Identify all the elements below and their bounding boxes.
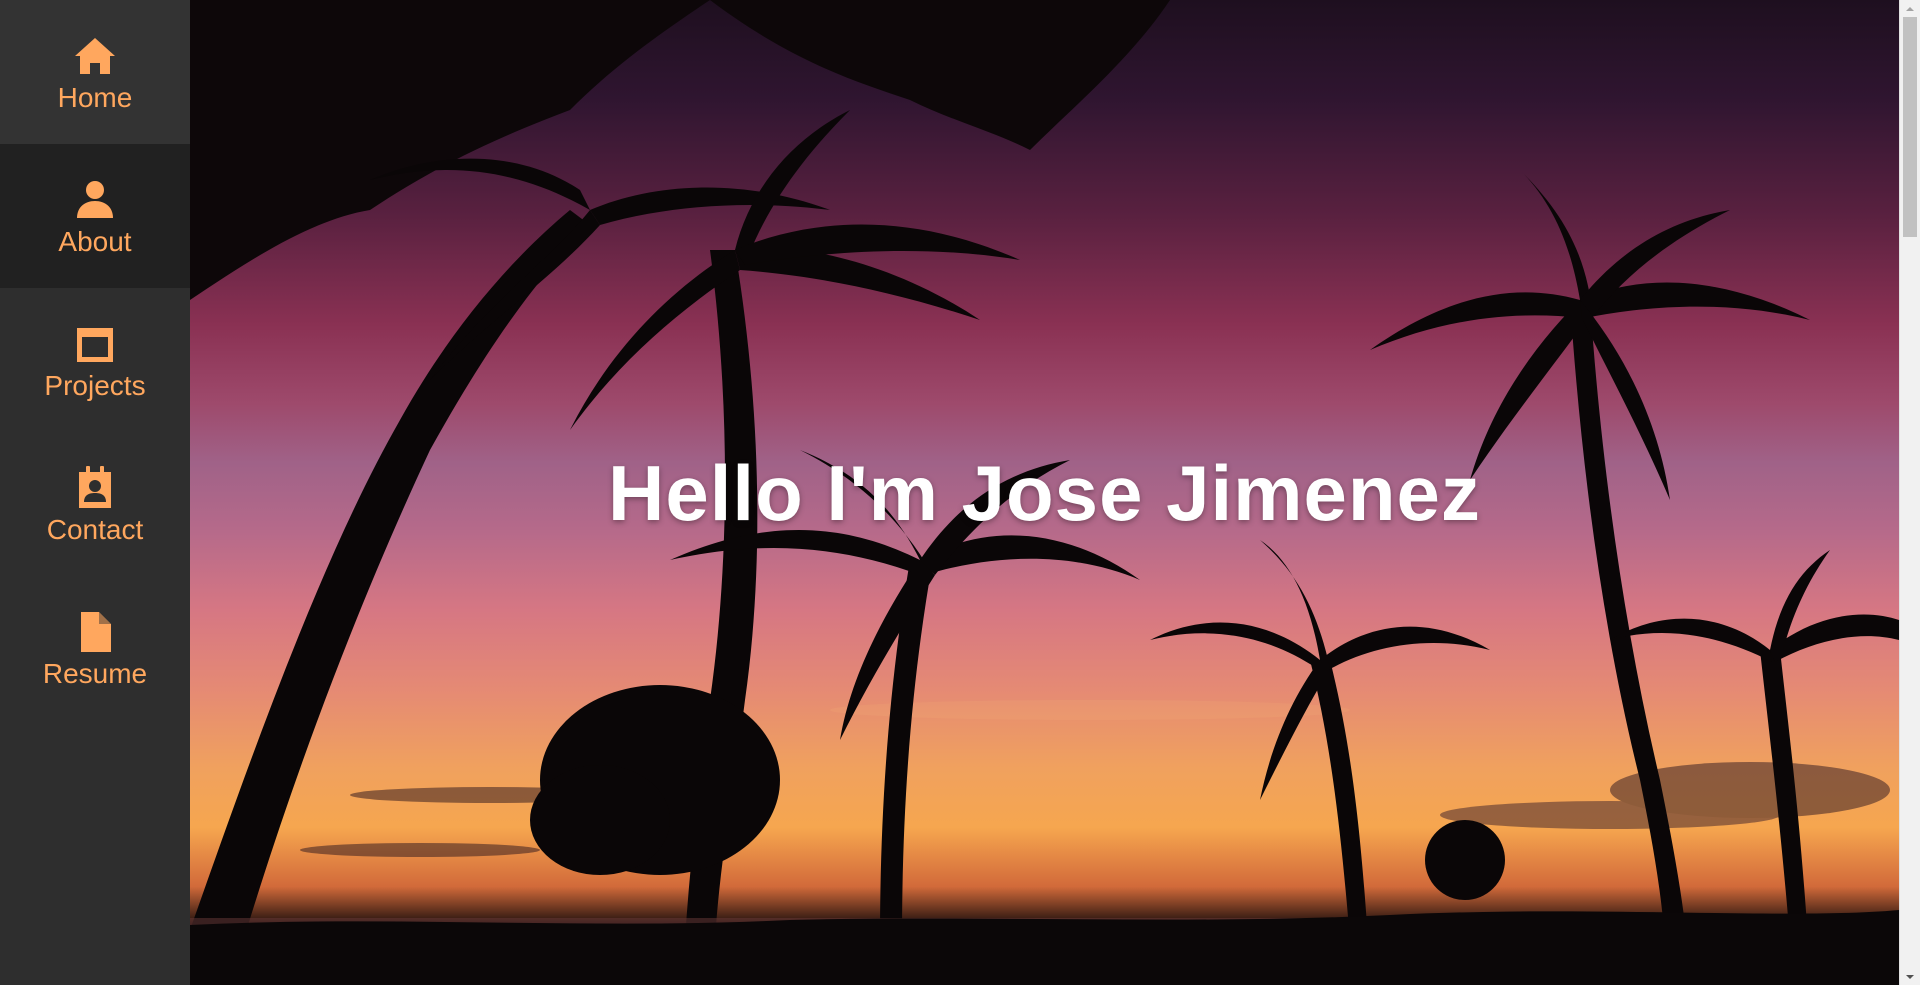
sidebar-nav: Home About Projects Contact Resume bbox=[0, 0, 190, 985]
home-icon bbox=[71, 32, 119, 80]
contact-card-icon bbox=[71, 464, 119, 512]
sidebar-item-contact[interactable]: Contact bbox=[0, 432, 190, 576]
sidebar-item-projects[interactable]: Projects bbox=[0, 288, 190, 432]
sidebar-item-label: Resume bbox=[42, 658, 148, 689]
sidebar-item-home[interactable]: Home bbox=[0, 0, 190, 144]
sidebar-item-resume[interactable]: Resume bbox=[0, 576, 190, 720]
scrollbar-thumb[interactable] bbox=[1903, 17, 1917, 237]
scroll-down-arrow-icon[interactable] bbox=[1900, 968, 1920, 985]
scroll-up-arrow-icon[interactable] bbox=[1900, 0, 1920, 17]
vertical-scrollbar[interactable] bbox=[1899, 0, 1920, 985]
window-icon bbox=[71, 320, 119, 368]
sidebar-item-label: Projects bbox=[44, 370, 146, 401]
sidebar-item-about[interactable]: About bbox=[0, 144, 190, 288]
sidebar-item-label: Contact bbox=[46, 514, 144, 545]
sidebar-item-label: Home bbox=[57, 82, 133, 113]
file-icon bbox=[71, 608, 119, 656]
hero-title: Hello I'm Jose Jimenez bbox=[608, 449, 1481, 537]
hero-section: Hello I'm Jose Jimenez bbox=[190, 0, 1899, 985]
sidebar-item-label: About bbox=[58, 226, 132, 257]
user-icon bbox=[71, 176, 119, 224]
